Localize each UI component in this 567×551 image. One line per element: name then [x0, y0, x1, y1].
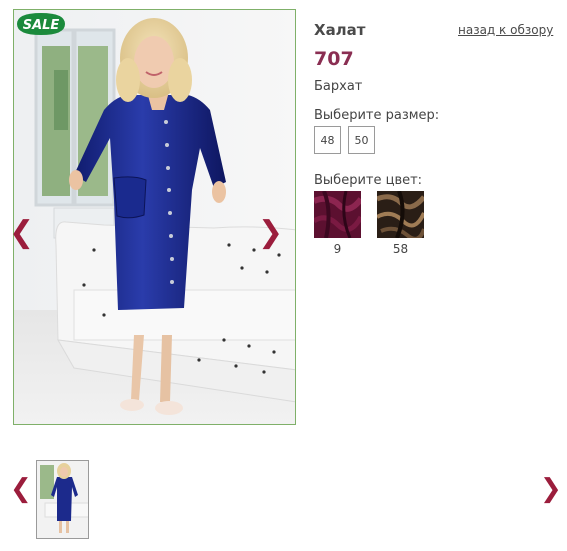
thumbnail-photo — [37, 461, 88, 538]
color-swatch-9[interactable] — [314, 191, 361, 238]
color-code-9: 9 — [333, 242, 342, 256]
thumbnail-next-arrow[interactable]: ❯ — [540, 476, 562, 502]
thumbnail-1[interactable] — [36, 460, 89, 539]
velvet-burgundy-swatch — [314, 191, 361, 238]
sale-badge-text: SALE — [23, 18, 60, 33]
velvet-brown-swatch — [377, 191, 424, 238]
size-option-48[interactable]: 48 — [314, 126, 341, 154]
product-price: 707 — [314, 48, 354, 70]
product-photo — [14, 10, 295, 424]
thumbnail-prev-arrow[interactable]: ❮ — [10, 476, 32, 502]
product-material: Бархат — [314, 79, 363, 94]
color-swatch-58[interactable] — [377, 191, 424, 238]
size-label: Выберите размер: — [314, 108, 440, 123]
color-label: Выберите цвет: — [314, 173, 423, 188]
product-title: Халат — [314, 21, 366, 39]
back-to-overview-link[interactable]: назад к обзору — [458, 23, 553, 37]
size-option-50[interactable]: 50 — [348, 126, 375, 154]
main-next-arrow[interactable]: ❯ — [258, 218, 283, 248]
color-code-58: 58 — [392, 242, 409, 256]
main-prev-arrow[interactable]: ❮ — [9, 218, 34, 248]
main-product-image[interactable]: SALE — [13, 9, 296, 425]
sale-badge: SALE — [17, 13, 65, 35]
